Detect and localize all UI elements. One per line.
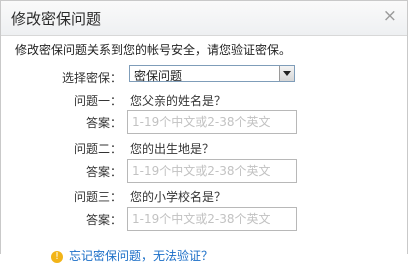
forgot-security-link[interactable]: ! 忘记密保问题，无法验证？ [51, 247, 213, 264]
answer-label: 答案： [85, 213, 122, 227]
answer-row-1: 答案： [1, 110, 407, 134]
select-row: 选择密保： 密保问题 [1, 65, 407, 89]
answer-row-2: 答案： [1, 159, 407, 183]
forgot-security-text: 忘记密保问题，无法验证？ [69, 249, 214, 263]
question-label: 问题三： [73, 190, 122, 204]
question-text: 您父亲的姓名是？ [130, 94, 227, 108]
answer-input-2[interactable] [127, 159, 297, 183]
answer-row-3: 答案： [1, 207, 407, 231]
modify-security-dialog: 修改密保问题 × 修改密保问题关系到您的帐号安全，请您验证密保。 选择密保： 密… [0, 0, 408, 263]
question-text: 您的小学校名是？ [130, 190, 227, 204]
intro-text: 修改密保问题关系到您的帐号安全，请您验证密保。 [15, 43, 292, 57]
question-row-3: 问题三： 您的小学校名是？ [1, 184, 407, 208]
question-row-2: 问题二： 您的出生地是？ [1, 136, 407, 160]
question-text: 您的出生地是？ [130, 142, 215, 156]
answer-input-1[interactable] [127, 110, 297, 134]
close-icon[interactable]: × [383, 8, 397, 25]
dialog-titlebar: 修改密保问题 × [1, 1, 407, 36]
question-label: 问题一： [73, 94, 122, 108]
answer-label: 答案： [85, 165, 122, 179]
select-value: 密保问题 [134, 69, 183, 83]
security-type-select[interactable]: 密保问题 [129, 65, 295, 83]
answer-label: 答案： [85, 116, 122, 130]
answer-input-3[interactable] [127, 207, 297, 231]
select-label: 选择密保： [61, 71, 122, 85]
question-row-1: 问题一： 您父亲的姓名是？ [1, 88, 407, 112]
dialog-title: 修改密保问题 [11, 10, 102, 28]
warning-icon: ! [51, 250, 63, 263]
chevron-down-icon[interactable] [279, 66, 294, 81]
question-label: 问题二： [73, 142, 122, 156]
